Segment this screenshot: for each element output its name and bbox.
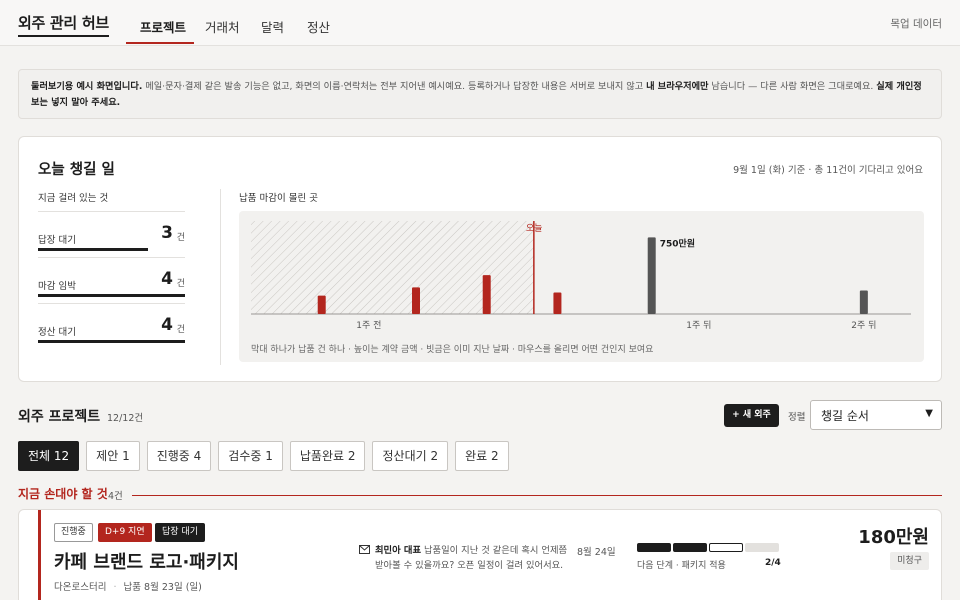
urgent-section-title: 지금 손대야 할 것 bbox=[18, 487, 108, 501]
projects-count: 12/12건 bbox=[107, 413, 144, 424]
filter-done[interactable]: 완료 2 bbox=[455, 441, 509, 471]
deadline-bar bbox=[482, 275, 491, 314]
stat-label: 마감 임박 bbox=[38, 281, 76, 292]
project-client-due: 다온로스터리 · 납품 8월 23일 (일) bbox=[54, 579, 202, 593]
stat-value: 4 bbox=[161, 269, 173, 289]
stat-unit: 건 bbox=[176, 233, 185, 243]
next-step-label: 다음 단계 · 패키지 적용 bbox=[637, 561, 726, 571]
urgent-divider bbox=[132, 495, 942, 496]
deadline-bar bbox=[317, 295, 326, 314]
past-hatch-area bbox=[251, 221, 534, 314]
stat-label: 정산 대기 bbox=[38, 327, 76, 338]
mail-icon bbox=[359, 545, 370, 554]
filter-proposal[interactable]: 제안 1 bbox=[86, 441, 140, 471]
stat-settlement-waiting[interactable]: 정산 대기 4 건 bbox=[38, 303, 185, 349]
step-count: 2/4 bbox=[765, 558, 781, 568]
tab-settlement[interactable]: 정산 bbox=[307, 17, 330, 36]
filter-all[interactable]: 전체 12 bbox=[18, 441, 80, 471]
tab-projects[interactable]: 프로젝트 bbox=[140, 17, 186, 36]
stat-unit: 건 bbox=[176, 325, 185, 335]
divider bbox=[220, 189, 221, 365]
filter-delivered[interactable]: 납품완료 2 bbox=[289, 441, 366, 471]
urgent-stripe bbox=[38, 510, 41, 600]
filter-in-progress[interactable]: 진행중 4 bbox=[146, 441, 212, 471]
billing-status-badge: 미청구 bbox=[890, 552, 929, 570]
notice-text-1: 메일·문자·결제 같은 발송 기능은 없고, 화면의 이름·연락처는 전부 지어… bbox=[142, 81, 647, 92]
message-sender: 최민아 대표 bbox=[375, 545, 422, 556]
stat-value: 3 bbox=[161, 223, 173, 243]
message-date: 8월 24일 bbox=[577, 547, 616, 558]
stat-deadline-near[interactable]: 마감 임박 4 건 bbox=[38, 257, 185, 303]
deadline-bar bbox=[647, 237, 656, 314]
deadline-chart: 오늘 750만원 1주 전 1주 뒤 2주 뒤 막대 하나가 납품 건 하나 · 높이는… bbox=[239, 211, 924, 362]
chevron-down-icon: ▼ bbox=[925, 408, 933, 419]
stat-value: 4 bbox=[161, 315, 173, 335]
stat-bar bbox=[38, 294, 185, 297]
chart-note: 막대 하나가 납품 건 하나 · 높이는 계약 금액 · 빗금은 이미 지난 날… bbox=[251, 345, 654, 355]
client-message[interactable]: 최민아 대표 납품일이 지난 것 같은데 혹시 언제쯤 받아볼 수 있을까요? … bbox=[375, 543, 575, 573]
urgent-section-count: 4건 bbox=[108, 491, 123, 502]
deadline-bar bbox=[553, 292, 562, 314]
today-title: 오늘 챙길 일 bbox=[38, 162, 115, 178]
top-nav: 외주 관리 허브 프로젝트 거래처 달력 정산 목업 데이터 bbox=[0, 0, 960, 46]
stat-bar bbox=[38, 248, 149, 251]
status-badge: 진행중 bbox=[54, 523, 93, 542]
mock-data-label: 목업 데이터 bbox=[890, 18, 942, 30]
bar-value-label: 750만원 bbox=[660, 237, 695, 249]
progress-step bbox=[709, 543, 743, 552]
tab-clients[interactable]: 거래처 bbox=[205, 17, 240, 36]
progress-step bbox=[745, 543, 779, 552]
project-client: 다온로스터리 bbox=[54, 582, 107, 593]
project-amount: 180만원 bbox=[858, 527, 929, 548]
tab-calendar[interactable]: 달력 bbox=[261, 17, 284, 36]
notice-bold-2: 내 브라우저에만 bbox=[646, 81, 709, 92]
status-filters: 전체 12 제안 1 진행중 4 검수중 1 납품완료 2 정산대기 2 완료 … bbox=[18, 441, 509, 471]
project-title[interactable]: 카페 브랜드 로고·패키지 bbox=[54, 548, 239, 574]
progress-step bbox=[673, 543, 707, 552]
sort-value: 챙길 순서 bbox=[821, 409, 869, 423]
today-card: 오늘 챙길 일 9월 1일 (화) 기준 · 총 11건이 기다리고 있어요 지… bbox=[18, 136, 942, 382]
project-card[interactable]: 진행중 D+9 지연 답장 대기 카페 브랜드 로고·패키지 다온로스터리 · … bbox=[18, 509, 942, 600]
stat-label: 답장 대기 bbox=[38, 235, 76, 246]
deadline-bar bbox=[412, 287, 420, 314]
pending-title: 지금 걸려 있는 것 bbox=[38, 193, 109, 204]
progress-step bbox=[637, 543, 671, 552]
stat-reply-waiting[interactable]: 답장 대기 3 건 bbox=[38, 211, 185, 257]
filter-reviewing[interactable]: 검수중 1 bbox=[218, 441, 283, 471]
app-brand[interactable]: 외주 관리 허브 bbox=[18, 12, 109, 37]
project-due: 납품 8월 23일 (일) bbox=[123, 582, 202, 593]
x-tick-label: 1주 뒤 bbox=[686, 319, 711, 331]
sort-select[interactable]: 챙길 순서 ▼ bbox=[810, 400, 942, 430]
separator-dot: · bbox=[113, 582, 117, 593]
demo-notice: 둘러보기용 예시 화면입니다. 메일·문자·결제 같은 발송 기능은 없고, 화… bbox=[18, 69, 942, 119]
x-tick-label: 2주 뒤 bbox=[851, 319, 876, 331]
delay-badge: D+9 지연 bbox=[98, 523, 152, 542]
deadline-chart-svg: 오늘 750만원 1주 전 1주 뒤 2주 뒤 bbox=[251, 221, 911, 331]
stat-unit: 건 bbox=[176, 279, 185, 289]
chart-title: 납품 마감이 몰린 곳 bbox=[239, 193, 318, 204]
progress-steps bbox=[637, 543, 779, 552]
new-project-button[interactable]: + 새 외주 bbox=[724, 404, 779, 427]
projects-title: 외주 프로젝트 bbox=[18, 409, 101, 425]
x-tick-label: 1주 전 bbox=[356, 320, 381, 331]
notice-bold-1: 둘러보기용 예시 화면입니다. bbox=[31, 81, 143, 92]
reply-waiting-badge: 답장 대기 bbox=[155, 523, 205, 542]
active-tab-indicator bbox=[126, 42, 194, 44]
filter-awaiting-payment[interactable]: 정산대기 2 bbox=[372, 441, 449, 471]
notice-text-2: 남습니다 — 다른 사람 화면은 그대로예요. bbox=[708, 81, 877, 92]
deadline-bar bbox=[859, 290, 868, 314]
sort-label: 정렬 bbox=[788, 412, 806, 423]
today-label: 오늘 bbox=[526, 223, 543, 234]
today-meta: 9월 1일 (화) 기준 · 총 11건이 기다리고 있어요 bbox=[733, 165, 923, 176]
stat-bar bbox=[38, 340, 185, 343]
